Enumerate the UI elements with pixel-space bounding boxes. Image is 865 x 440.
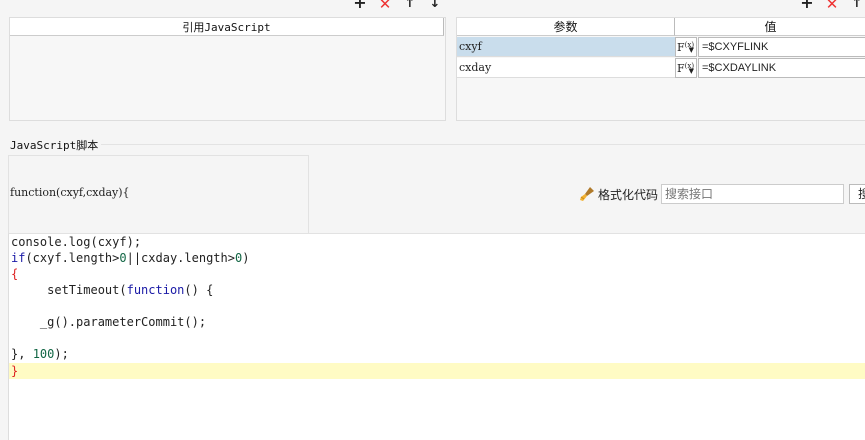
add-button[interactable]: + [352, 0, 368, 11]
current-line-highlight [9, 363, 865, 379]
chevron-down-icon: ▼ [688, 46, 694, 54]
params-col-name[interactable]: 参数 [457, 18, 675, 36]
search-interface-input[interactable] [661, 184, 844, 204]
params-col-value[interactable]: 值 [675, 18, 865, 36]
formula-button[interactable]: F (x) ▼ [675, 37, 697, 57]
search-button-label: 搜 [858, 187, 865, 201]
delete-button[interactable]: ✕ [377, 0, 393, 11]
code-line-4: setTimeout(function() { [11, 283, 214, 297]
section-divider [100, 144, 865, 145]
code-line-9: } [11, 364, 19, 378]
param-value-cxday[interactable]: =$CXDAYLINK [698, 58, 865, 78]
ref-js-header: 引用JavaScript [10, 18, 444, 36]
code-editor[interactable]: console.log(cxyf); if(cxyf.length>0||cxd… [8, 233, 865, 440]
script-section-title: JavaScript脚本 [10, 137, 102, 153]
code-line-6: _g().parameterCommit(); [11, 315, 207, 329]
code-line-3: { [11, 267, 19, 281]
format-code-label: 格式化代码 [598, 187, 659, 202]
code-line-8: }, 100); [11, 347, 69, 361]
ref-js-panel: 引用JavaScript [9, 17, 446, 121]
param-name-cxyf[interactable]: cxyf [457, 37, 675, 57]
move-up-button[interactable]: ↑ [402, 0, 418, 11]
code-line-1: console.log(cxyf); [11, 235, 142, 249]
chevron-down-icon: ▼ [688, 67, 694, 75]
search-button[interactable]: 搜 [849, 184, 865, 204]
format-code-button[interactable]: 格式化代码 [578, 185, 658, 203]
move-down-button[interactable]: ↓ [427, 0, 443, 11]
formula-button[interactable]: F (x) ▼ [675, 58, 697, 78]
param-value-cxyf[interactable]: =$CXYFLINK [698, 37, 865, 57]
fx-label: F [677, 61, 685, 75]
function-signature-box: function(cxyf,cxday){ [8, 155, 309, 234]
params-panel: 参数 值 cxyf F (x) ▼ =$CXYFLINK cxday F (x) ▼… [456, 17, 865, 121]
param-delete-button[interactable]: ✕ [824, 0, 840, 11]
param-name-cxday[interactable]: cxday [457, 58, 675, 78]
code-line-2: if(cxyf.length>0||cxday.length>0) [11, 251, 250, 265]
param-add-button[interactable]: + [799, 0, 815, 11]
param-move-up-button[interactable]: ↑ [849, 0, 865, 11]
fx-label: F [677, 40, 685, 54]
function-signature: function(cxyf,cxday){ [10, 186, 130, 199]
brush-icon [580, 187, 594, 201]
